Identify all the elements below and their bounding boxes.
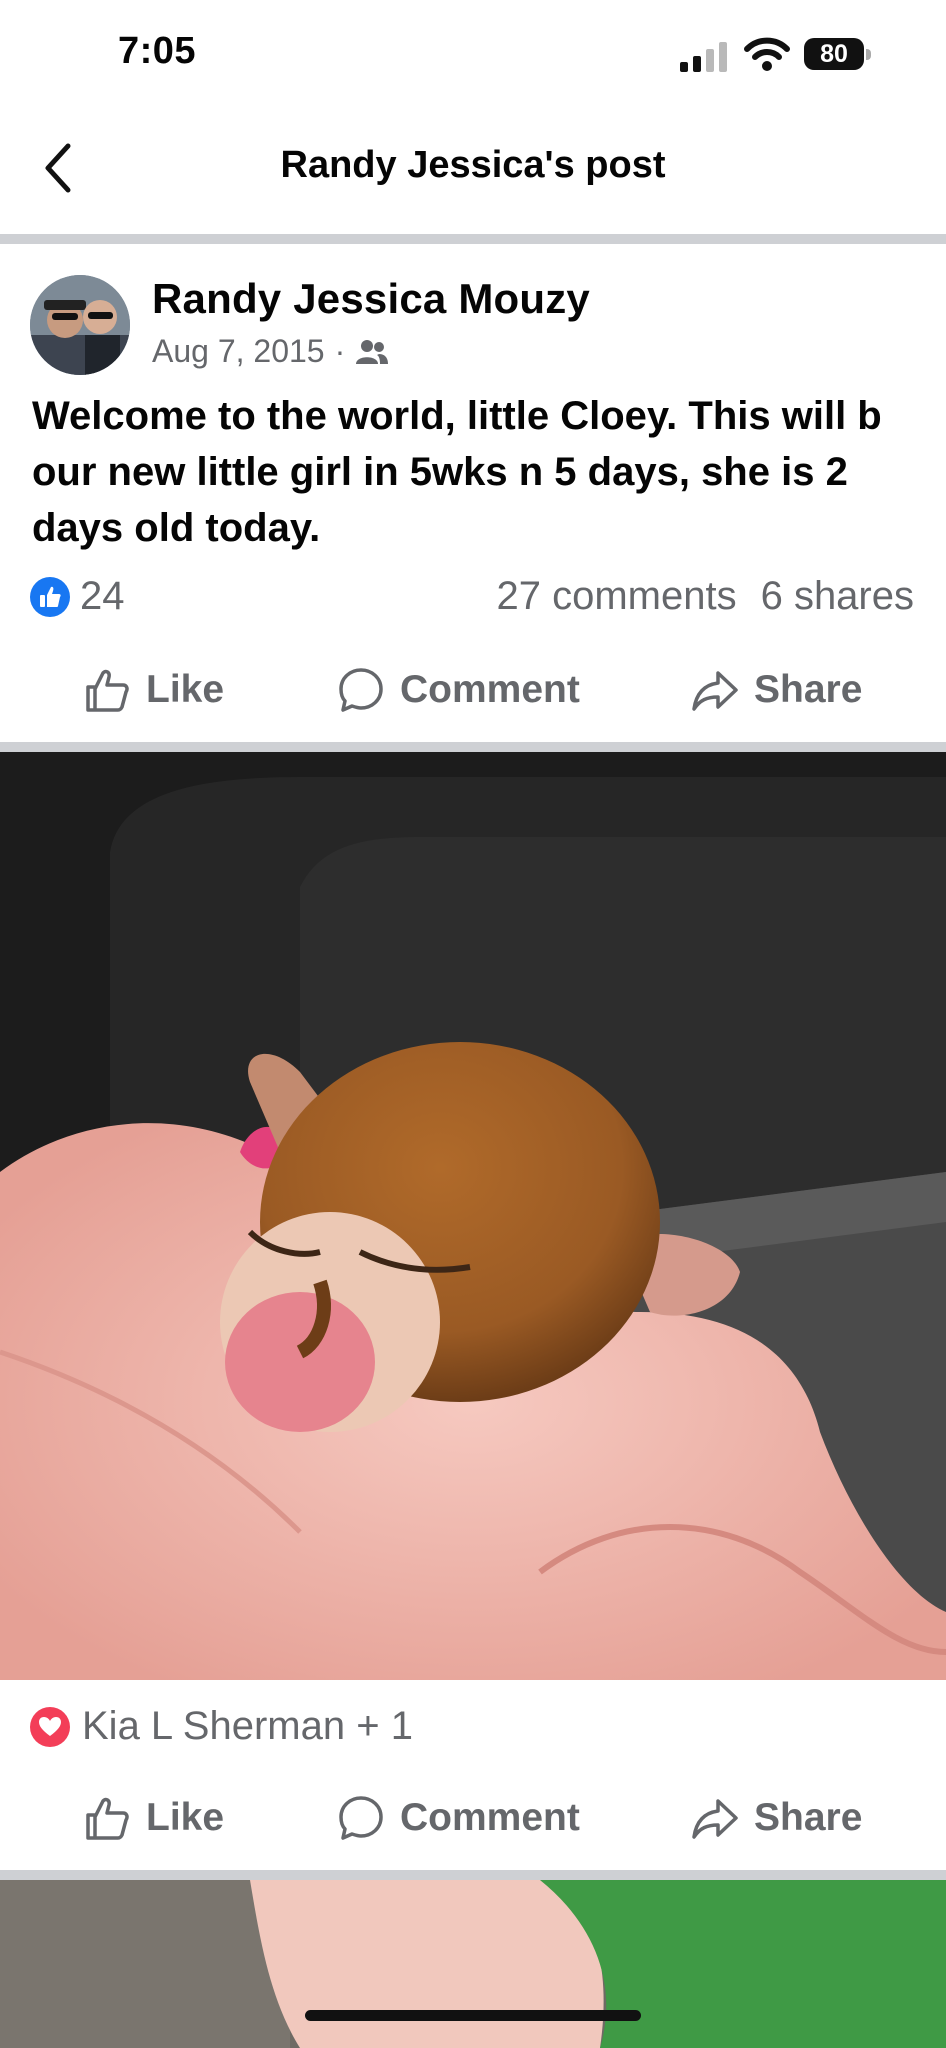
like-label: Like <box>146 1796 225 1839</box>
thumbs-up-icon <box>86 669 129 712</box>
section-divider <box>0 742 946 752</box>
share-button[interactable]: Share <box>690 650 862 730</box>
share-label: Share <box>754 668 863 711</box>
battery-icon: 80 <box>804 38 874 72</box>
meta-separator: · <box>334 333 346 369</box>
comment-label: Comment <box>400 1796 580 1839</box>
share-arrow-icon <box>692 671 738 711</box>
share-count[interactable]: 6 shares <box>761 574 914 619</box>
photo-action-bar: Like Comment Share <box>0 1778 946 1858</box>
like-label: Like <box>146 668 225 711</box>
share-label: Share <box>754 1796 863 1839</box>
comment-label: Comment <box>400 668 580 711</box>
post-photo-second[interactable] <box>0 1880 946 2048</box>
second-photo-image <box>0 1880 946 2048</box>
home-indicator[interactable] <box>305 2010 641 2021</box>
photo-reaction-summary[interactable]: Kia L Sherman + 1 <box>30 1704 413 1749</box>
comment-button[interactable]: Comment <box>336 650 580 730</box>
post-text: Welcome to the world, little Cloey. This… <box>32 394 882 550</box>
like-button[interactable]: Like <box>82 650 224 730</box>
page-title: Randy Jessica's post <box>280 144 666 186</box>
photo-share-button[interactable]: Share <box>690 1778 862 1858</box>
post-meta: Aug 7, 2015 · <box>152 333 389 370</box>
avatar[interactable] <box>30 275 130 375</box>
post-date[interactable]: Aug 7, 2015 <box>152 333 325 370</box>
like-reaction-icon <box>30 576 70 617</box>
post-photo-puppy[interactable] <box>0 752 946 1680</box>
header-divider <box>0 234 946 244</box>
avatar-photo <box>30 275 130 375</box>
photo-reactors: Kia L Sherman + 1 <box>82 1704 413 1748</box>
battery-level: 80 <box>804 38 864 70</box>
photo-like-button[interactable]: Like <box>82 1778 224 1858</box>
cellular-signal-icon <box>680 42 727 72</box>
section-divider <box>0 1870 946 1880</box>
engagement-counts: 27 comments 6 shares <box>496 574 914 619</box>
status-time: 7:05 <box>118 30 197 72</box>
comment-count[interactable]: 27 comments <box>496 574 736 619</box>
post-author[interactable]: Randy Jessica Mouzy <box>152 275 590 323</box>
post-action-bar: Like Comment Share <box>0 650 946 730</box>
love-reaction-icon <box>30 1706 70 1747</box>
share-arrow-icon <box>692 1799 738 1839</box>
comment-bubble-icon <box>339 668 383 712</box>
wifi-icon <box>744 37 790 71</box>
reaction-summary[interactable]: 24 <box>30 574 125 619</box>
thumbs-up-icon <box>86 1797 129 1840</box>
like-count: 24 <box>80 574 125 618</box>
puppy-photo-image <box>0 752 946 1680</box>
comment-bubble-icon <box>339 1796 383 1840</box>
friends-audience-icon[interactable] <box>355 338 389 366</box>
photo-comment-button[interactable]: Comment <box>336 1778 580 1858</box>
